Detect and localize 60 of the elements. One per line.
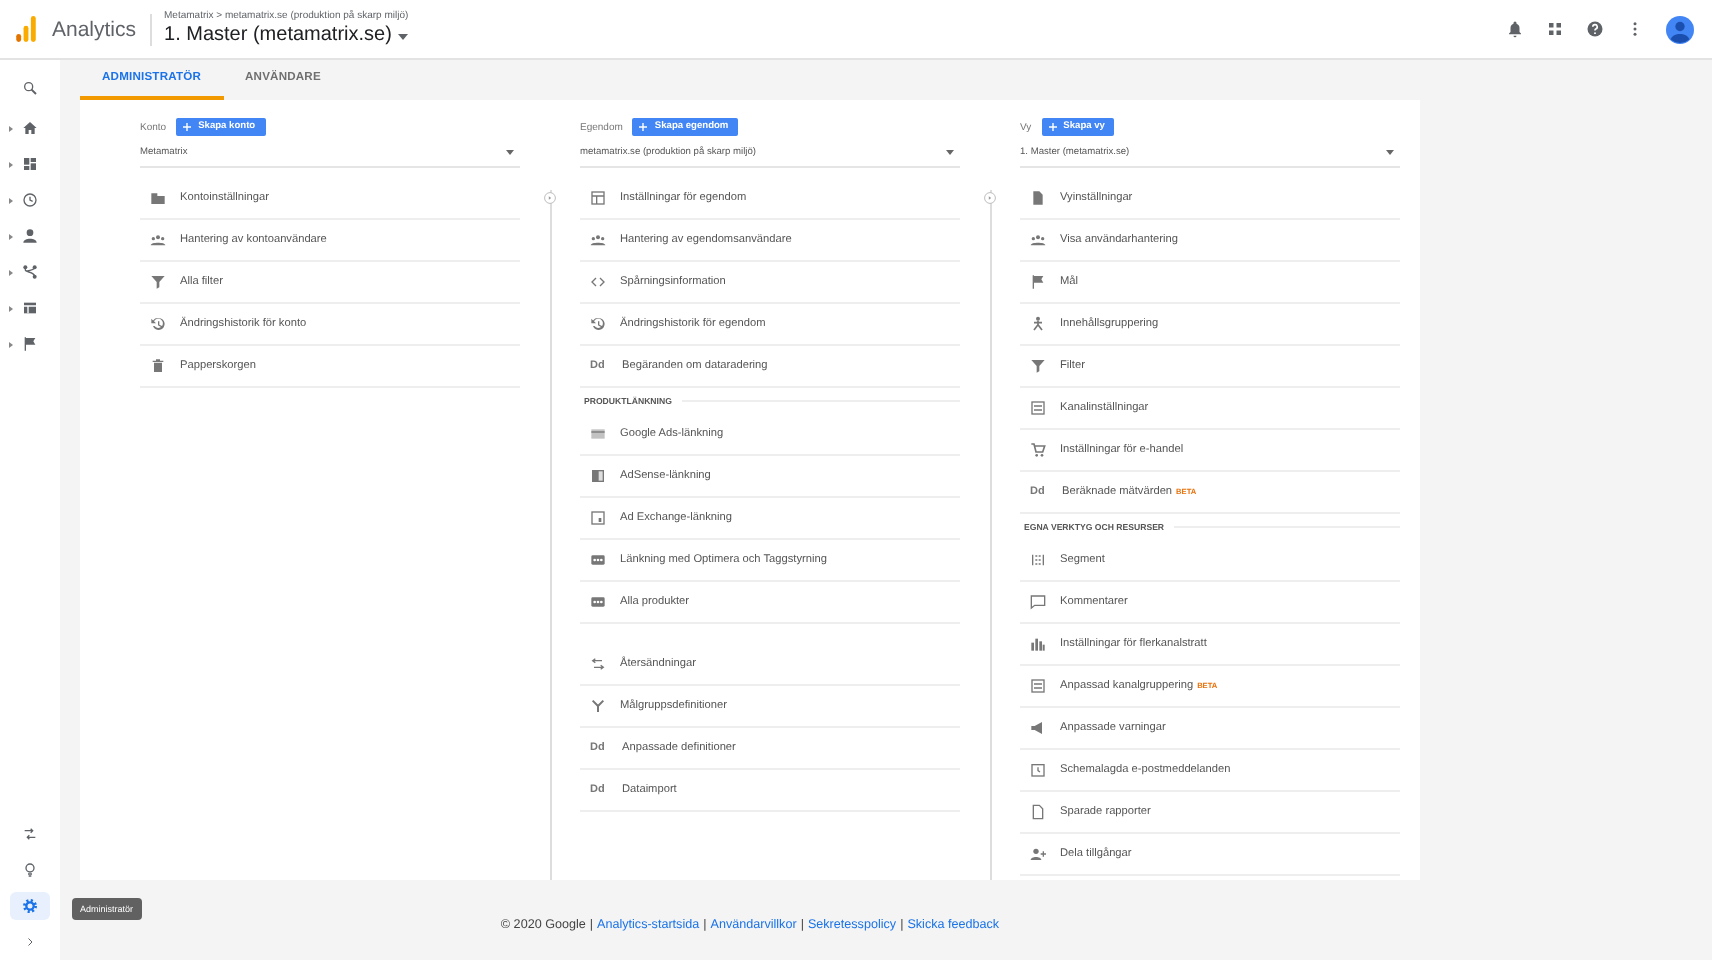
expand-caret-icon[interactable] [8, 197, 14, 203]
apps-icon[interactable] [1546, 20, 1564, 38]
gear-icon [22, 898, 38, 914]
analytics-logo-icon [16, 16, 36, 42]
swap-icon [22, 826, 38, 842]
comment-icon [1030, 594, 1046, 610]
history-icon [150, 316, 166, 332]
bell-icon[interactable] [1506, 20, 1524, 38]
caret-icon [1386, 150, 1394, 156]
expand-caret-icon[interactable] [8, 161, 14, 167]
caret-icon [397, 33, 408, 39]
expand-caret-icon[interactable] [8, 125, 14, 131]
plus-icon [182, 122, 193, 132]
branch-icon [590, 698, 606, 714]
megaphone-icon [1030, 720, 1046, 736]
caret-icon [506, 150, 514, 156]
home-icon [22, 120, 38, 136]
dashboard-icon [22, 156, 38, 172]
square-icon [590, 510, 606, 526]
caret-icon [946, 150, 954, 156]
document-icon [1030, 190, 1046, 206]
avatar-icon[interactable] [1666, 15, 1694, 43]
dots-icon [590, 552, 606, 568]
view-selector[interactable]: 1. Master (metamatrix.se) [164, 26, 409, 46]
product-name: Analytics [52, 17, 137, 41]
bulb-icon [22, 862, 38, 878]
expand-caret-icon[interactable] [8, 305, 14, 311]
trash-icon [150, 358, 166, 374]
person-icon [22, 228, 38, 244]
dots-icon [590, 594, 606, 610]
people-icon [1030, 232, 1046, 248]
cart-icon [1030, 442, 1046, 458]
page-icon [1030, 804, 1046, 820]
bars-icon [1030, 636, 1046, 652]
search-icon [22, 79, 38, 95]
expand-caret-icon[interactable] [8, 233, 14, 239]
columns-icon [1030, 552, 1046, 568]
plus-icon [1047, 122, 1058, 132]
chevron-icon [24, 936, 36, 948]
people-icon [150, 232, 166, 248]
table-icon [22, 300, 38, 316]
flag-icon [22, 336, 38, 352]
flag-icon [1030, 274, 1046, 290]
card-icon [590, 426, 606, 442]
arrows-icon [590, 656, 606, 672]
person-add-icon [1030, 846, 1046, 862]
book-icon [590, 468, 606, 484]
expand-caret-icon[interactable] [8, 341, 14, 347]
people-icon [590, 232, 606, 248]
funnel-icon [1030, 358, 1046, 374]
history-icon [590, 316, 606, 332]
expand-caret-icon[interactable] [8, 269, 14, 275]
plus-icon [638, 122, 649, 132]
clock-icon [22, 192, 38, 208]
nav-gear-button[interactable] [10, 892, 50, 920]
layout-icon [590, 190, 606, 206]
help-icon[interactable] [1586, 20, 1604, 38]
fork-icon [22, 264, 38, 280]
code-icon [590, 274, 606, 290]
funnel-icon [150, 274, 166, 290]
